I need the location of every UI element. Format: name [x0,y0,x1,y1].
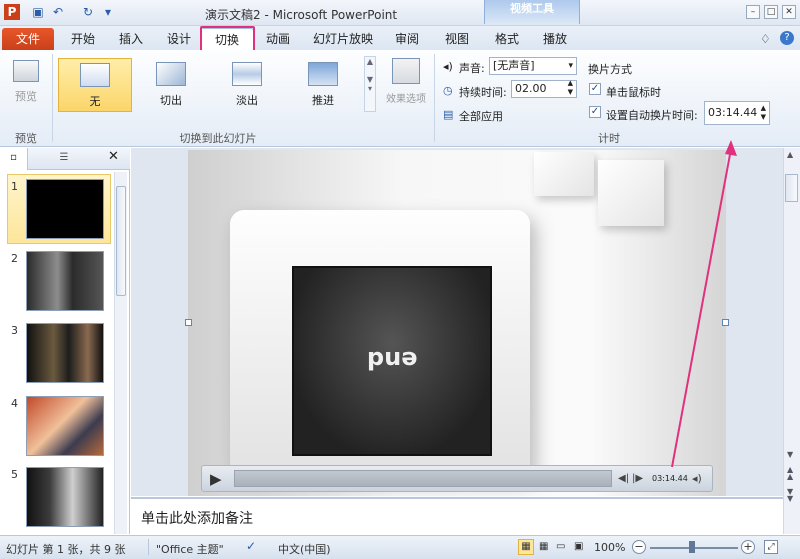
annotation-arrow [671,140,737,468]
arrow-line [671,148,732,468]
arrow-head [725,140,737,156]
